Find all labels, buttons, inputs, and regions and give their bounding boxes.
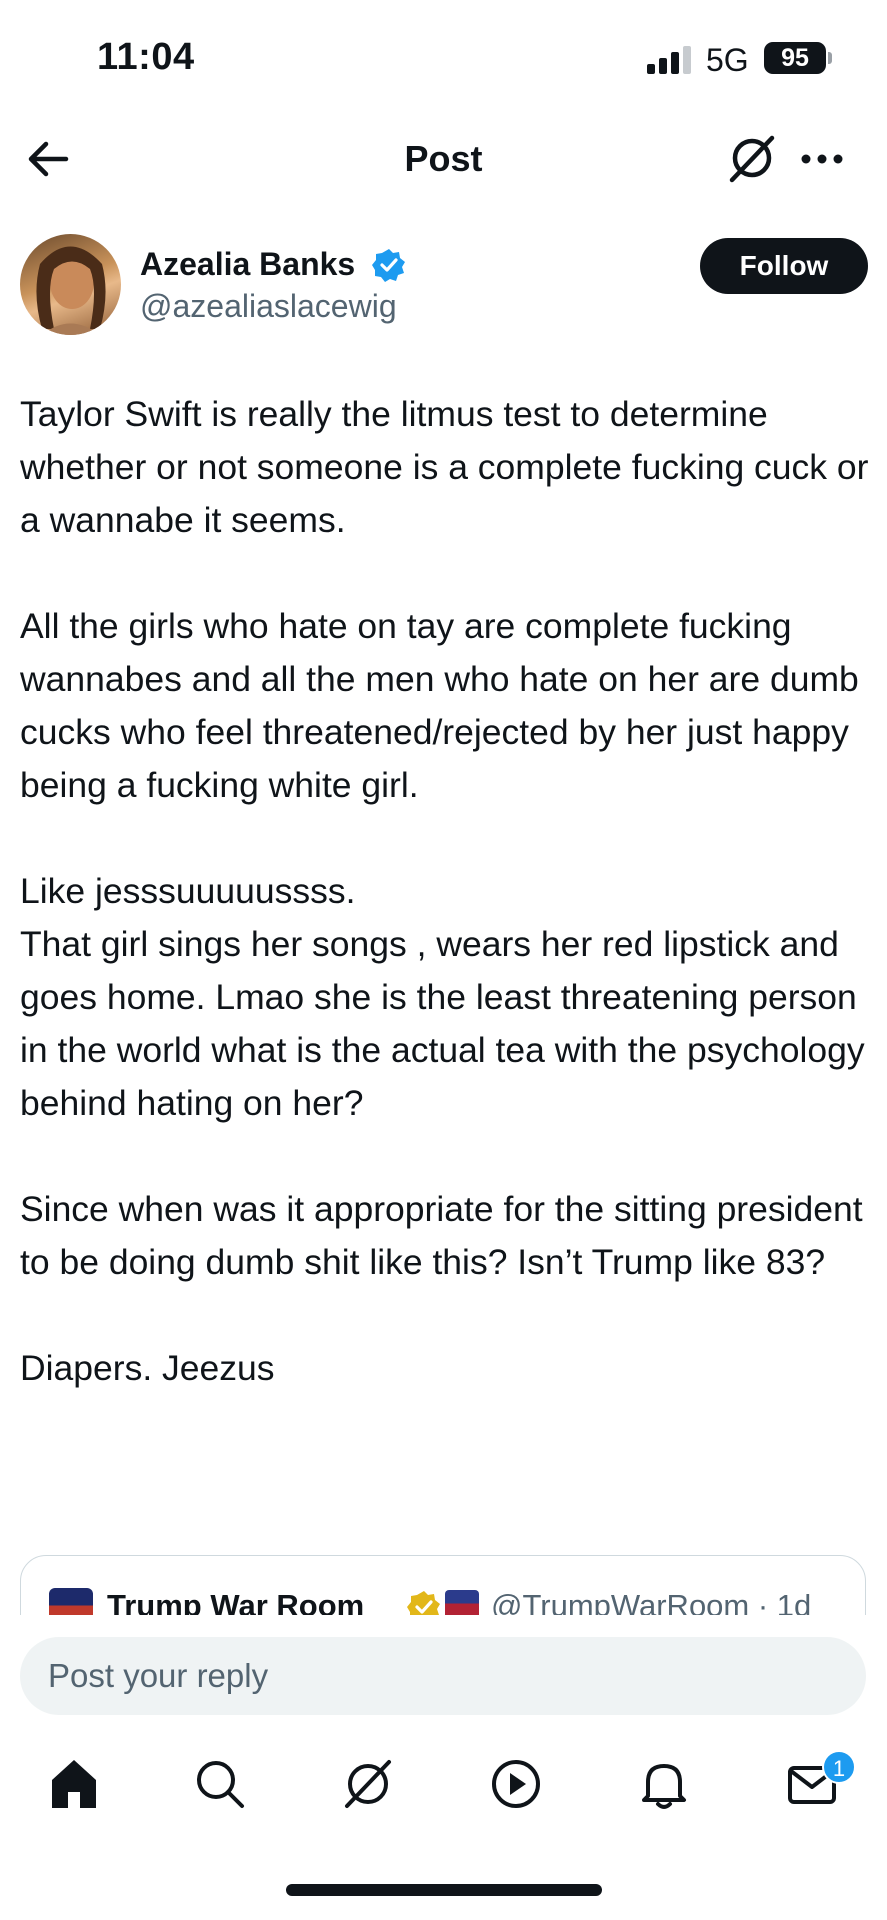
status-time: 11:04: [97, 36, 195, 78]
battery-tip: [828, 52, 832, 64]
author-handle[interactable]: @azealiaslacewig: [140, 288, 397, 325]
tab-notifications[interactable]: [634, 1754, 694, 1814]
grok-button[interactable]: [724, 130, 780, 186]
more-options-button[interactable]: [796, 134, 848, 184]
follow-button[interactable]: Follow: [700, 238, 868, 294]
tab-home[interactable]: [44, 1754, 104, 1814]
post-paragraph: Since when was it appropriate for the si…: [20, 1189, 863, 1282]
post-paragraph: All the girls who hate on tay are comple…: [20, 606, 859, 805]
more-dots-icon: [801, 154, 843, 164]
author-row: Azealia Banks @azealiaslacewig Follow: [20, 234, 870, 344]
post-text: Taylor Swift is really the litmus test t…: [20, 388, 870, 1395]
grok-icon: [345, 1760, 391, 1808]
play-icon: [492, 1760, 540, 1808]
network-label: 5G: [706, 42, 749, 78]
bell-icon: [642, 1764, 686, 1809]
avatar[interactable]: [20, 234, 121, 335]
reply-bar: [0, 1615, 887, 1715]
grok-icon: [729, 135, 775, 183]
home-indicator[interactable]: [286, 1884, 602, 1896]
author-name[interactable]: Azealia Banks: [140, 246, 355, 283]
top-nav: Post: [0, 120, 887, 210]
avatar-image: [36, 246, 106, 335]
post-paragraph: Like jesssuuuuussss. That girl sings her…: [20, 871, 865, 1123]
messages-count-badge: 1: [822, 1750, 856, 1784]
status-bar: 11:04 5G 95: [0, 0, 887, 120]
battery-icon: 95: [764, 42, 826, 74]
tab-search[interactable]: [190, 1754, 250, 1814]
verified-badge-icon: [372, 249, 405, 282]
post-paragraph: Diapers. Jeezus: [20, 1348, 275, 1388]
bottom-tab-bar: 1: [0, 1740, 887, 1836]
home-icon: [52, 1760, 96, 1808]
tab-grok[interactable]: [338, 1754, 398, 1814]
reply-input[interactable]: [20, 1637, 866, 1715]
signal-icon: [647, 44, 693, 74]
tab-video[interactable]: [486, 1754, 546, 1814]
post-paragraph: Taylor Swift is really the litmus test t…: [20, 394, 869, 540]
search-icon: [197, 1761, 244, 1808]
